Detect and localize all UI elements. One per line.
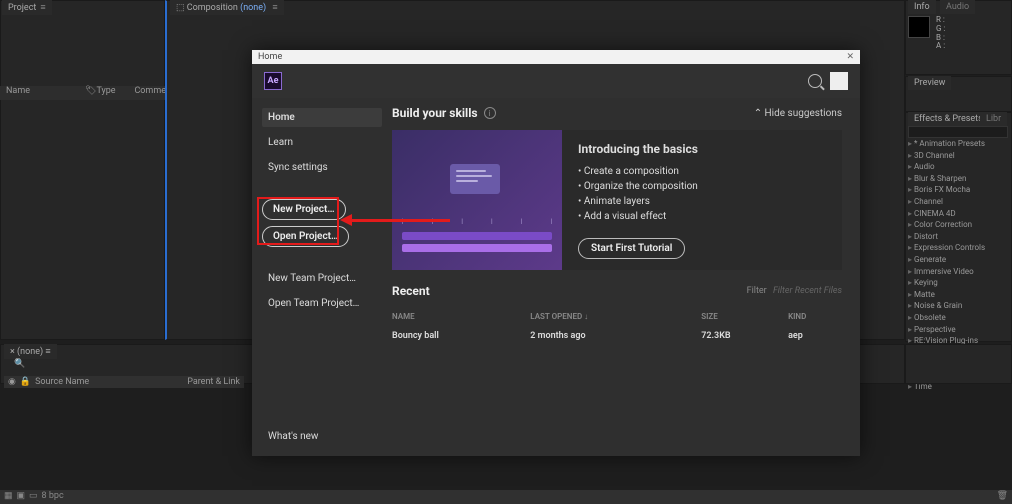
sidebar-item-learn[interactable]: Learn [262, 133, 382, 152]
project-panel [0, 0, 165, 340]
cell-last-opened: 2 months ago [530, 325, 701, 347]
search-icon[interactable] [808, 74, 822, 88]
new-comp-icon[interactable]: ▭ [29, 491, 38, 503]
list-item[interactable]: Blur & Sharpen [908, 173, 1010, 185]
timeline-toolbar: 🔍 [4, 358, 244, 370]
col-kind[interactable]: Kind [788, 308, 842, 325]
search-icon[interactable]: 🔍 [14, 359, 25, 369]
list-item[interactable]: 3D Channel [908, 150, 1010, 162]
recent-section: Recent Filter Filter Recent Files Name L… [392, 284, 842, 347]
ae-logo-icon: Ae [264, 72, 282, 90]
list-item[interactable]: * Animation Presets [908, 138, 1010, 150]
tutorial-bullets: Create a composition Organize the compos… [578, 164, 826, 224]
home-header: Ae [252, 64, 860, 98]
trash-icon[interactable]: 🗑 [997, 491, 1008, 503]
table-row[interactable]: Bouncy ball 2 months ago 72.3KB aep [392, 325, 842, 347]
home-titlebar: Home ✕ [252, 50, 860, 64]
list-item[interactable]: Color Correction [908, 219, 1010, 231]
libraries-tab[interactable]: Libr [980, 112, 1007, 126]
bin-icon[interactable]: ▦ [4, 491, 13, 503]
start-first-tutorial-button[interactable]: Start First Tutorial [578, 238, 685, 259]
composition-panel-tab[interactable]: ⬚ Composition (none) ≡ [170, 0, 284, 15]
info-tab[interactable]: Info [908, 0, 936, 14]
timeline-ruler-panel [905, 344, 1012, 384]
timeline-columns: ◉ 🔒 Source Name Parent & Link [4, 376, 244, 388]
skills-card: |||||| Introducing the basics Create a c… [392, 130, 842, 270]
rgba-readout: R :G :B :A : [936, 16, 945, 51]
open-project-button[interactable]: Open Project… [262, 226, 349, 247]
list-item[interactable]: Channel [908, 196, 1010, 208]
list-item[interactable]: Expression Controls [908, 242, 1010, 254]
recent-filter: Filter Filter Recent Files [747, 286, 842, 296]
avatar[interactable] [830, 72, 848, 90]
build-skills-heading: Build your skills [392, 106, 478, 120]
eye-icon[interactable]: ◉ [8, 377, 16, 387]
close-icon[interactable]: ≡ [40, 3, 45, 13]
tag-icon: 🏷 [85, 86, 96, 100]
project-toolbar: ▦ ▣ ▭ 8 bpc 🗑 [0, 490, 1012, 504]
cell-name: Bouncy ball [392, 325, 530, 347]
list-item[interactable]: CINEMA 4D [908, 208, 1010, 220]
list-item[interactable]: Keying [908, 277, 1010, 289]
hide-suggestions-button[interactable]: Hide suggestions [754, 108, 842, 119]
sidebar-item-open-team-project[interactable]: Open Team Project… [262, 294, 382, 313]
sidebar-item-new-team-project[interactable]: New Team Project… [262, 269, 382, 288]
info-icon[interactable]: i [484, 107, 496, 119]
comp-tab-name: (none) [240, 3, 266, 13]
tutorial-title: Introducing the basics [578, 142, 826, 156]
effects-presets-tab[interactable]: Effects & Presets [908, 112, 989, 126]
list-item[interactable]: Matte [908, 289, 1010, 301]
list-item: Create a composition [578, 164, 826, 179]
list-item[interactable]: Perspective [908, 324, 1010, 336]
list-item[interactable]: Boris FX Mocha [908, 184, 1010, 196]
col-name[interactable]: Name [0, 86, 85, 100]
col-parent[interactable]: Parent & Link [187, 377, 240, 387]
close-icon[interactable]: ✕ [846, 52, 854, 62]
new-project-button[interactable]: New Project… [262, 199, 346, 220]
home-main: Build your skills i Hide suggestions |||… [392, 98, 860, 456]
sidebar-item-whats-new[interactable]: What's new [262, 427, 382, 446]
list-item: Organize the composition [578, 179, 826, 194]
preview-tab[interactable]: Preview [908, 76, 951, 90]
tutorial-thumbnail: |||||| [392, 130, 562, 270]
project-panel-tab[interactable]: Project ≡ [2, 0, 52, 15]
list-item: Animate layers [578, 194, 826, 209]
filter-input[interactable]: Filter Recent Files [773, 286, 842, 296]
col-name[interactable]: Name [392, 308, 530, 325]
project-tab-label: Project [8, 3, 36, 13]
bpc-label[interactable]: 8 bpc [42, 491, 64, 503]
home-screen-window: Home ✕ Ae Home Learn Sync settings New P… [252, 50, 860, 456]
cell-size: 72.3KB [701, 325, 788, 347]
col-last-opened[interactable]: Last Opened [530, 308, 701, 325]
cell-kind: aep [788, 325, 842, 347]
comp-tab-prefix: Composition [187, 3, 238, 13]
effects-search-input[interactable] [908, 126, 1008, 138]
list-item: Add a visual effect [578, 209, 826, 224]
col-type[interactable]: Type [96, 86, 134, 100]
sidebar-item-sync-settings[interactable]: Sync settings [262, 158, 382, 177]
list-item[interactable]: Immersive Video [908, 266, 1010, 278]
col-source[interactable]: Source Name [35, 377, 89, 387]
list-item[interactable]: Obsolete [908, 312, 1010, 324]
close-icon[interactable]: ≡ [272, 3, 277, 13]
list-item[interactable]: Audio [908, 161, 1010, 173]
list-item[interactable]: Generate [908, 254, 1010, 266]
list-item[interactable]: Noise & Grain [908, 300, 1010, 312]
link-icon: ⬚ [176, 3, 185, 13]
audio-tab[interactable]: Audio [940, 0, 975, 14]
lock-icon[interactable]: 🔒 [20, 377, 31, 387]
sidebar-item-home[interactable]: Home [262, 108, 382, 127]
home-sidebar: Home Learn Sync settings New Project… Op… [252, 98, 392, 456]
color-swatch [908, 16, 930, 38]
timeline-tab[interactable]: × (none) ≡ [4, 344, 57, 359]
col-size[interactable]: Size [701, 308, 788, 325]
recent-files-table: Name Last Opened Size Kind Bouncy ball 2… [392, 308, 842, 347]
list-item[interactable]: Distort [908, 231, 1010, 243]
home-title: Home [258, 52, 282, 62]
folder-icon[interactable]: ▣ [17, 491, 26, 503]
filter-label: Filter [747, 286, 767, 296]
